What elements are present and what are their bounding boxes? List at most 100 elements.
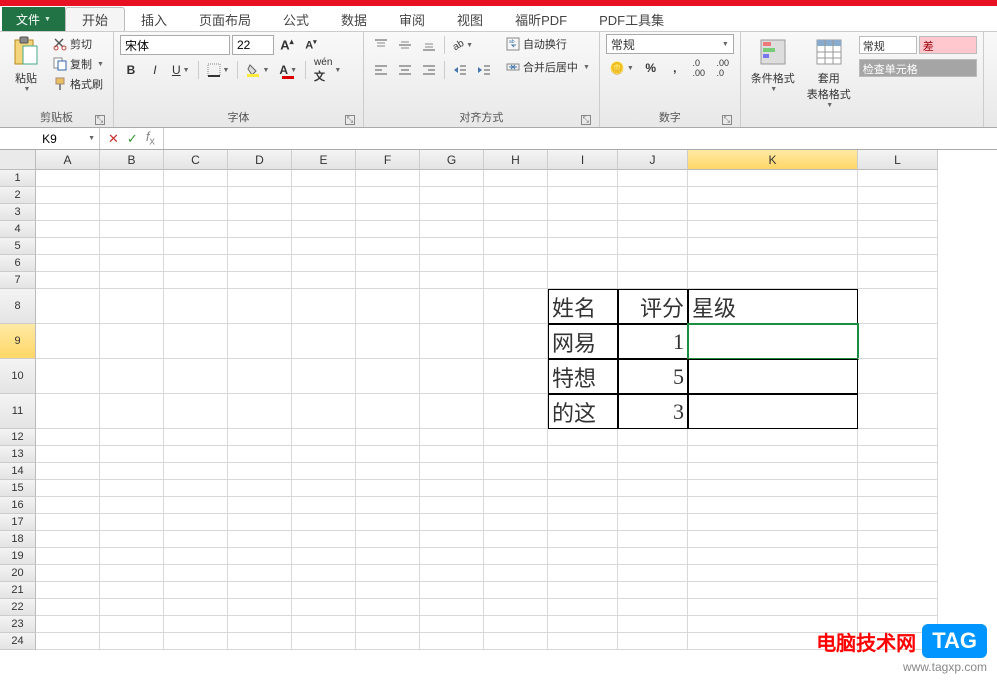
cell-D11[interactable] (228, 394, 292, 429)
cell-I15[interactable] (548, 480, 618, 497)
cell-H24[interactable] (484, 633, 548, 650)
wrap-text-button[interactable]: ab 自动换行 (503, 34, 593, 54)
cell-H11[interactable] (484, 394, 548, 429)
cell-J3[interactable] (618, 204, 688, 221)
cell-A2[interactable] (36, 187, 100, 204)
cell-D1[interactable] (228, 170, 292, 187)
cell-C1[interactable] (164, 170, 228, 187)
cell-G5[interactable] (420, 238, 484, 255)
cell-H19[interactable] (484, 548, 548, 565)
cell-L1[interactable] (858, 170, 938, 187)
tab-home[interactable]: 开始 (65, 7, 125, 31)
tab-pdftools[interactable]: PDF工具集 (583, 7, 680, 31)
cell-E6[interactable] (292, 255, 356, 272)
cell-H20[interactable] (484, 565, 548, 582)
row-header-1[interactable]: 1 (0, 170, 36, 187)
cell-B9[interactable] (100, 324, 164, 359)
cell-L11[interactable] (858, 394, 938, 429)
cell-G16[interactable] (420, 497, 484, 514)
cell-J21[interactable] (618, 582, 688, 599)
cell-B21[interactable] (100, 582, 164, 599)
cell-G1[interactable] (420, 170, 484, 187)
enter-formula-button[interactable]: ✓ (125, 131, 140, 147)
cell-E3[interactable] (292, 204, 356, 221)
cell-D12[interactable] (228, 429, 292, 446)
cell-A8[interactable] (36, 289, 100, 324)
cell-D5[interactable] (228, 238, 292, 255)
align-bottom-button[interactable] (418, 35, 440, 55)
tab-view[interactable]: 视图 (441, 7, 499, 31)
cell-L22[interactable] (858, 599, 938, 616)
cell-J16[interactable] (618, 497, 688, 514)
cell-E21[interactable] (292, 582, 356, 599)
cell-J10[interactable]: 5 (618, 359, 688, 394)
row-header-7[interactable]: 7 (0, 272, 36, 289)
cell-B19[interactable] (100, 548, 164, 565)
cell-I17[interactable] (548, 514, 618, 531)
cell-B20[interactable] (100, 565, 164, 582)
cell-H2[interactable] (484, 187, 548, 204)
cell-K10[interactable] (688, 359, 858, 394)
row-header-15[interactable]: 15 (0, 480, 36, 497)
tab-data[interactable]: 数据 (325, 7, 383, 31)
file-tab[interactable]: 文件 ▼ (2, 7, 65, 31)
cell-L5[interactable] (858, 238, 938, 255)
cell-F23[interactable] (356, 616, 420, 633)
cell-A12[interactable] (36, 429, 100, 446)
cell-D10[interactable] (228, 359, 292, 394)
paste-button[interactable]: 粘贴 ▼ (6, 34, 46, 95)
cell-E20[interactable] (292, 565, 356, 582)
cell-K18[interactable] (688, 531, 858, 548)
cell-F8[interactable] (356, 289, 420, 324)
name-box-input[interactable] (15, 132, 85, 146)
cell-G19[interactable] (420, 548, 484, 565)
cell-K6[interactable] (688, 255, 858, 272)
sheet-area[interactable]: ABCDEFGHIJKL 123456789101112131415161718… (0, 150, 997, 684)
cell-A16[interactable] (36, 497, 100, 514)
cell-A14[interactable] (36, 463, 100, 480)
cell-G6[interactable] (420, 255, 484, 272)
cell-H10[interactable] (484, 359, 548, 394)
cell-H9[interactable] (484, 324, 548, 359)
cell-J7[interactable] (618, 272, 688, 289)
col-header-F[interactable]: F (356, 150, 420, 170)
cell-I16[interactable] (548, 497, 618, 514)
decrease-decimal-button[interactable]: .00.0 (712, 58, 734, 78)
cell-H12[interactable] (484, 429, 548, 446)
cell-H3[interactable] (484, 204, 548, 221)
cell-F4[interactable] (356, 221, 420, 238)
cell-H13[interactable] (484, 446, 548, 463)
align-middle-button[interactable] (394, 35, 416, 55)
cell-A3[interactable] (36, 204, 100, 221)
cell-I18[interactable] (548, 531, 618, 548)
cell-D3[interactable] (228, 204, 292, 221)
cell-L8[interactable] (858, 289, 938, 324)
style-bad[interactable]: 差 (919, 36, 977, 54)
cell-J9[interactable]: 1 (618, 324, 688, 359)
cell-D20[interactable] (228, 565, 292, 582)
cell-A15[interactable] (36, 480, 100, 497)
format-painter-button[interactable]: 格式刷 (50, 74, 107, 94)
cell-L21[interactable] (858, 582, 938, 599)
cell-G14[interactable] (420, 463, 484, 480)
cell-I11[interactable]: 的这 (548, 394, 618, 429)
cell-G3[interactable] (420, 204, 484, 221)
cell-I2[interactable] (548, 187, 618, 204)
cell-F16[interactable] (356, 497, 420, 514)
cell-A4[interactable] (36, 221, 100, 238)
cell-A20[interactable] (36, 565, 100, 582)
cell-F7[interactable] (356, 272, 420, 289)
font-color-button[interactable]: A▼ (275, 60, 301, 80)
row-header-16[interactable]: 16 (0, 497, 36, 514)
select-all-corner[interactable] (0, 150, 36, 170)
col-header-D[interactable]: D (228, 150, 292, 170)
align-center-button[interactable] (394, 60, 416, 80)
cell-G10[interactable] (420, 359, 484, 394)
cell-E15[interactable] (292, 480, 356, 497)
cell-K12[interactable] (688, 429, 858, 446)
row-header-22[interactable]: 22 (0, 599, 36, 616)
cell-A17[interactable] (36, 514, 100, 531)
cell-I13[interactable] (548, 446, 618, 463)
cell-E9[interactable] (292, 324, 356, 359)
cell-I5[interactable] (548, 238, 618, 255)
